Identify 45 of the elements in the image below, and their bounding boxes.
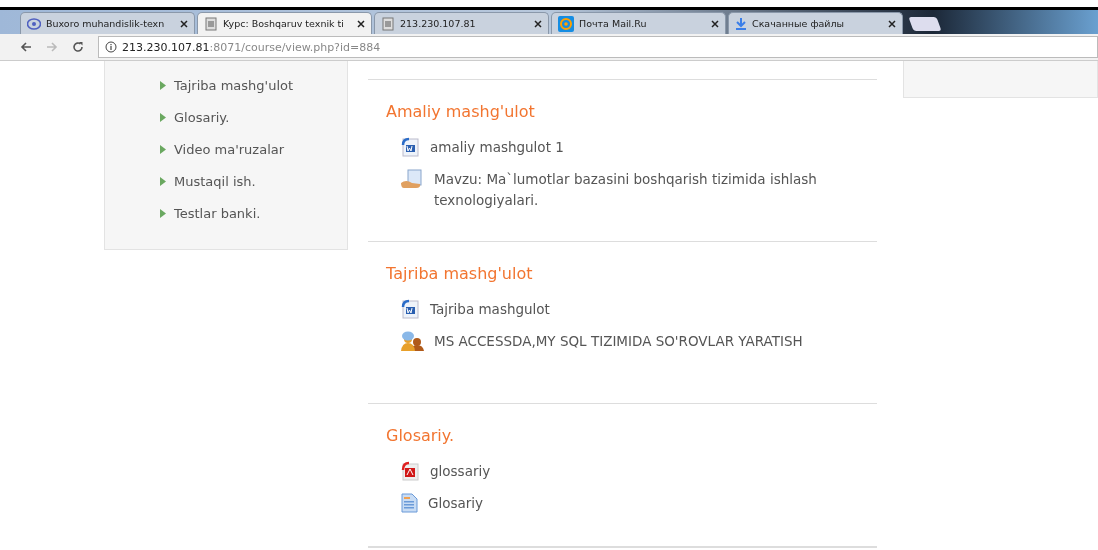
sidebar-link[interactable]: Glosariy. <box>174 109 230 125</box>
sidebar-link[interactable]: Mustaqil ish. <box>174 173 256 189</box>
sidebar-link[interactable]: Testlar banki. <box>174 205 261 221</box>
browser-tab[interactable]: Почта Mail.Ru <box>551 12 726 34</box>
activity-link[interactable]: Glosariy <box>428 493 484 514</box>
logo-icon <box>27 17 41 30</box>
word-document-icon <box>400 137 420 157</box>
activity-link[interactable]: Mavzu: Ma`lumotlar bazasini boshqarish tizimida ishlash texnologiyalari. <box>434 169 837 211</box>
section-heading: Glosariy. <box>386 426 456 445</box>
new-tab-button[interactable] <box>908 17 942 31</box>
browser-tab[interactable]: Kypc: Boshqaruv texnik ti <box>197 12 372 34</box>
activity-link[interactable]: MS ACCESSDA,MY SQL TIZIMIDA SO'ROVLAR YARATISH <box>434 331 803 352</box>
close-icon[interactable] <box>888 19 896 28</box>
address-field[interactable]: 213.230.107.81:8071/course/view.php?id=884 <box>98 36 1098 58</box>
download-icon <box>735 16 747 31</box>
browser-tab[interactable]: 213.230.107.81 <box>374 12 549 34</box>
activity-link[interactable]: glossariy <box>430 461 491 482</box>
section-heading: Amaliy mashg'ulot <box>386 102 536 121</box>
sidebar-link[interactable]: Tajriba mashg'ulot <box>174 77 294 93</box>
activity-link[interactable]: Tajriba mashgulot <box>430 299 550 320</box>
page-icon <box>204 16 218 31</box>
document-hand-icon <box>400 169 424 189</box>
triangle-icon <box>160 144 166 154</box>
triangle-icon <box>160 80 166 90</box>
reload-icon[interactable] <box>72 41 84 53</box>
triangle-icon <box>160 112 166 122</box>
activity-link[interactable]: amaliy mashgulot 1 <box>430 137 564 158</box>
browser-tab[interactable]: Скачанные файлы <box>728 12 903 34</box>
back-icon[interactable] <box>20 41 32 53</box>
pdf-document-icon <box>400 461 420 481</box>
triangle-icon <box>160 176 166 186</box>
close-icon[interactable] <box>180 19 188 28</box>
close-icon[interactable] <box>357 19 365 28</box>
page-icon <box>381 16 395 31</box>
page-icon <box>400 493 418 513</box>
sidebar-link[interactable]: Video ma'ruzalar <box>174 141 285 157</box>
section-heading: Tajriba mashg'ulot <box>386 264 534 283</box>
info-icon <box>105 41 117 53</box>
people-chat-icon <box>400 331 424 351</box>
at-sign-icon <box>558 15 574 32</box>
close-icon[interactable] <box>711 19 719 28</box>
word-document-icon <box>400 299 420 319</box>
browser-tab[interactable]: Buxoro muhandislik-texn <box>20 12 195 34</box>
close-icon[interactable] <box>534 19 542 28</box>
triangle-icon <box>160 208 166 218</box>
